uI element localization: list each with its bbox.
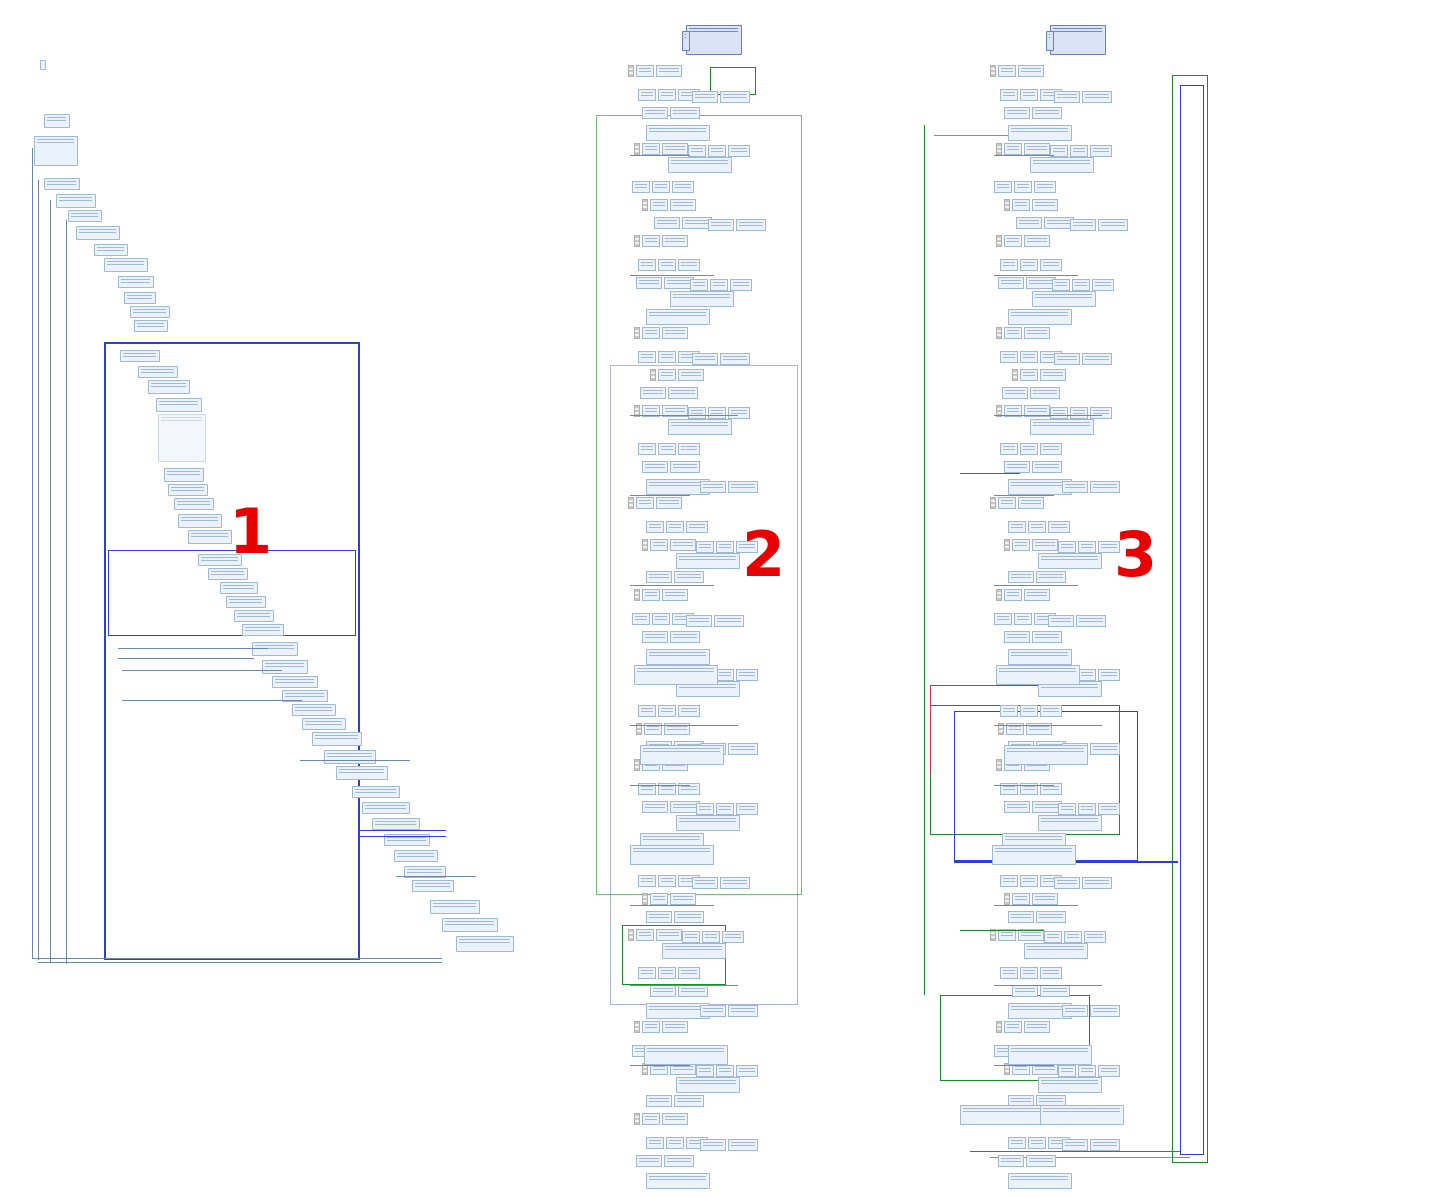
panel3-header — [1050, 25, 1106, 55]
panel3-label: 3 — [1114, 524, 1157, 586]
panel-3: 3 — [900, 25, 1220, 1175]
panel-2: 2 — [590, 25, 820, 1175]
panel2-header — [686, 25, 742, 55]
panel1-label: 1 — [229, 501, 272, 563]
panel1-highlight — [104, 342, 360, 960]
panel2-label: 2 — [742, 524, 785, 586]
panel-1: 1 — [0, 60, 560, 1140]
